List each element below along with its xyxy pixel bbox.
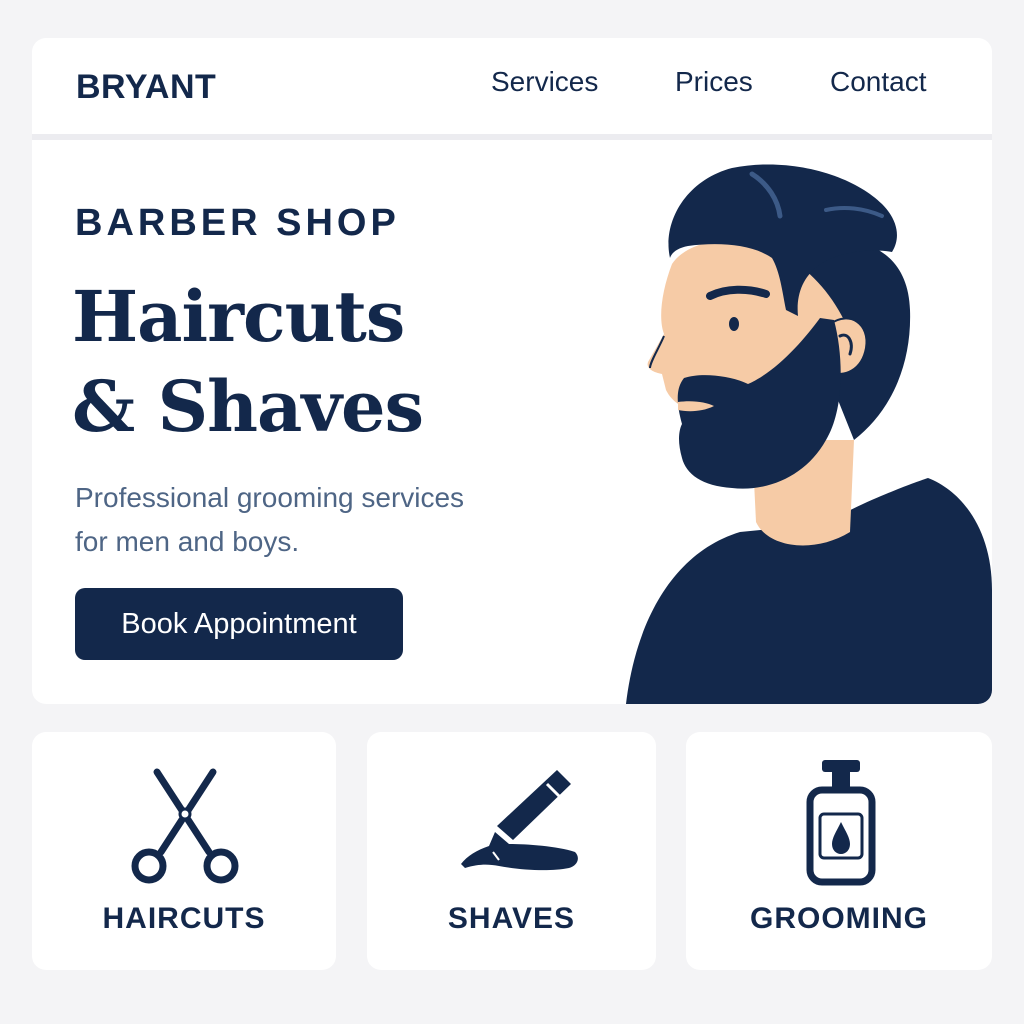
nav-link-services[interactable]: Services [491, 66, 598, 98]
scissors-icon [131, 768, 239, 884]
nav-link-contact[interactable]: Contact [830, 66, 927, 98]
bearded-man-illustration [626, 164, 992, 704]
hero-section: BARBER SHOP Haircuts & Shaves Profession… [32, 140, 992, 704]
hero-subtitle: Professional grooming services for men a… [75, 476, 555, 564]
service-card-grooming[interactable]: GROOMING [686, 732, 992, 970]
subtitle-line-2: for men and boys. [75, 526, 300, 557]
site-header: BRYANT Services Prices Contact [32, 38, 992, 134]
service-card-haircuts[interactable]: HAIRCUTS [32, 732, 336, 970]
hero-headline: Haircuts & Shaves [72, 272, 424, 452]
pump-bottle-icon [806, 760, 876, 886]
brand-logo[interactable]: BRYANT [76, 68, 216, 107]
nav-link-prices[interactable]: Prices [675, 66, 753, 98]
headline-line-1: Haircuts [72, 275, 405, 358]
hero-eyebrow: BARBER SHOP [75, 202, 400, 244]
service-card-shaves[interactable]: SHAVES [367, 732, 656, 970]
book-appointment-button[interactable]: Book Appointment [75, 588, 403, 660]
service-label-shaves: SHAVES [447, 902, 576, 935]
straight-razor-icon [460, 770, 578, 871]
service-label-haircuts: HAIRCUTS [102, 902, 266, 935]
subtitle-line-1: Professional grooming services [75, 482, 465, 513]
headline-line-2: & Shaves [72, 365, 424, 448]
service-label-grooming: GROOMING [750, 902, 928, 935]
